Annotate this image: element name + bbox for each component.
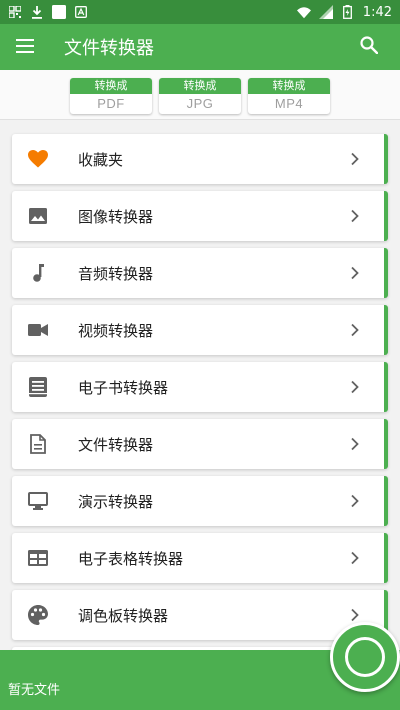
status-bar: 1:42 — [0, 0, 400, 24]
list-item-label: 视频转换器 — [78, 321, 154, 340]
format-tab-caption: 转换成 — [70, 78, 152, 94]
list-item-image-converter[interactable]: 图像转换器 — [12, 191, 388, 241]
list-item-label: 电子表格转换器 — [78, 549, 184, 568]
a-badge-icon — [74, 5, 88, 19]
page-title: 文件转换器 — [64, 38, 154, 59]
list-item-label: 图像转换器 — [78, 207, 154, 226]
chevron-right-icon — [350, 265, 362, 281]
list-item-label: 音频转换器 — [78, 264, 154, 283]
chevron-right-icon — [350, 550, 362, 566]
search-icon — [360, 36, 379, 58]
list-item-label: 演示转换器 — [78, 492, 154, 511]
format-tab-name: MP4 — [274, 96, 304, 111]
list-item-label: 调色板转换器 — [78, 606, 169, 625]
menu-button[interactable] — [0, 24, 50, 70]
video-camera-icon — [28, 320, 48, 340]
format-tab-name: JPG — [186, 96, 214, 111]
list-item-favorites[interactable]: 收藏夹 — [12, 134, 388, 184]
converter-list: 收藏夹 图像转换器 音频转换器 视频转换器 电子书转换器 文件转换器 演示转换器… — [0, 122, 400, 650]
signal-icon — [318, 5, 333, 19]
add-file-button[interactable] — [330, 622, 400, 692]
search-button[interactable] — [356, 34, 382, 60]
list-item-label: 文件转换器 — [78, 435, 154, 454]
qr-code-icon — [8, 5, 22, 19]
list-item-spreadsheet-converter[interactable]: 电子表格转换器 — [12, 533, 388, 583]
battery-icon — [341, 5, 355, 19]
music-note-icon — [28, 263, 48, 283]
palette-icon — [28, 605, 48, 625]
format-tab-caption: 转换成 — [248, 78, 330, 94]
download-icon — [30, 5, 44, 19]
format-tab-caption: 转换成 — [159, 78, 241, 94]
chevron-right-icon — [350, 493, 362, 509]
convert-to-pdf-tab[interactable]: 转换成 PDF — [70, 78, 152, 114]
empty-files-text: 暂无文件 — [8, 683, 61, 698]
list-item-video-converter[interactable]: 视频转换器 — [12, 305, 388, 355]
document-icon — [28, 434, 48, 454]
monitor-icon — [28, 491, 48, 511]
chevron-right-icon — [350, 379, 362, 395]
chevron-right-icon — [350, 322, 362, 338]
list-item-presentation-converter[interactable]: 演示转换器 — [12, 476, 388, 526]
status-right-icons: 1:42 — [296, 4, 392, 20]
list-item-label: 电子书转换器 — [78, 378, 169, 397]
list-item-document-converter[interactable]: 文件转换器 — [12, 419, 388, 469]
format-tab-name: PDF — [97, 96, 125, 111]
app-bar: 文件转换器 — [0, 24, 400, 70]
chevron-right-icon — [350, 208, 362, 224]
format-quick-tabs: 转换成 PDF 转换成 JPG 转换成 MP4 — [0, 70, 400, 120]
list-item-audio-converter[interactable]: 音频转换器 — [12, 248, 388, 298]
chevron-right-icon — [350, 436, 362, 452]
square-icon — [52, 5, 66, 19]
list-item-palette-converter[interactable]: 调色板转换器 — [12, 590, 388, 640]
wifi-icon — [296, 5, 311, 19]
convert-to-jpg-tab[interactable]: 转换成 JPG — [159, 78, 241, 114]
convert-to-mp4-tab[interactable]: 转换成 MP4 — [248, 78, 330, 114]
image-icon — [28, 206, 48, 226]
chevron-right-icon — [350, 607, 362, 623]
list-item-label: 收藏夹 — [78, 150, 124, 169]
status-time: 1:42 — [362, 4, 392, 20]
menu-icon — [16, 38, 34, 57]
circle-icon — [345, 637, 385, 677]
chevron-right-icon — [350, 151, 362, 167]
heart-icon — [28, 149, 48, 169]
book-icon — [28, 377, 48, 397]
list-item-ebook-converter[interactable]: 电子书转换器 — [12, 362, 388, 412]
status-left-icons — [8, 5, 88, 19]
table-icon — [28, 548, 48, 568]
